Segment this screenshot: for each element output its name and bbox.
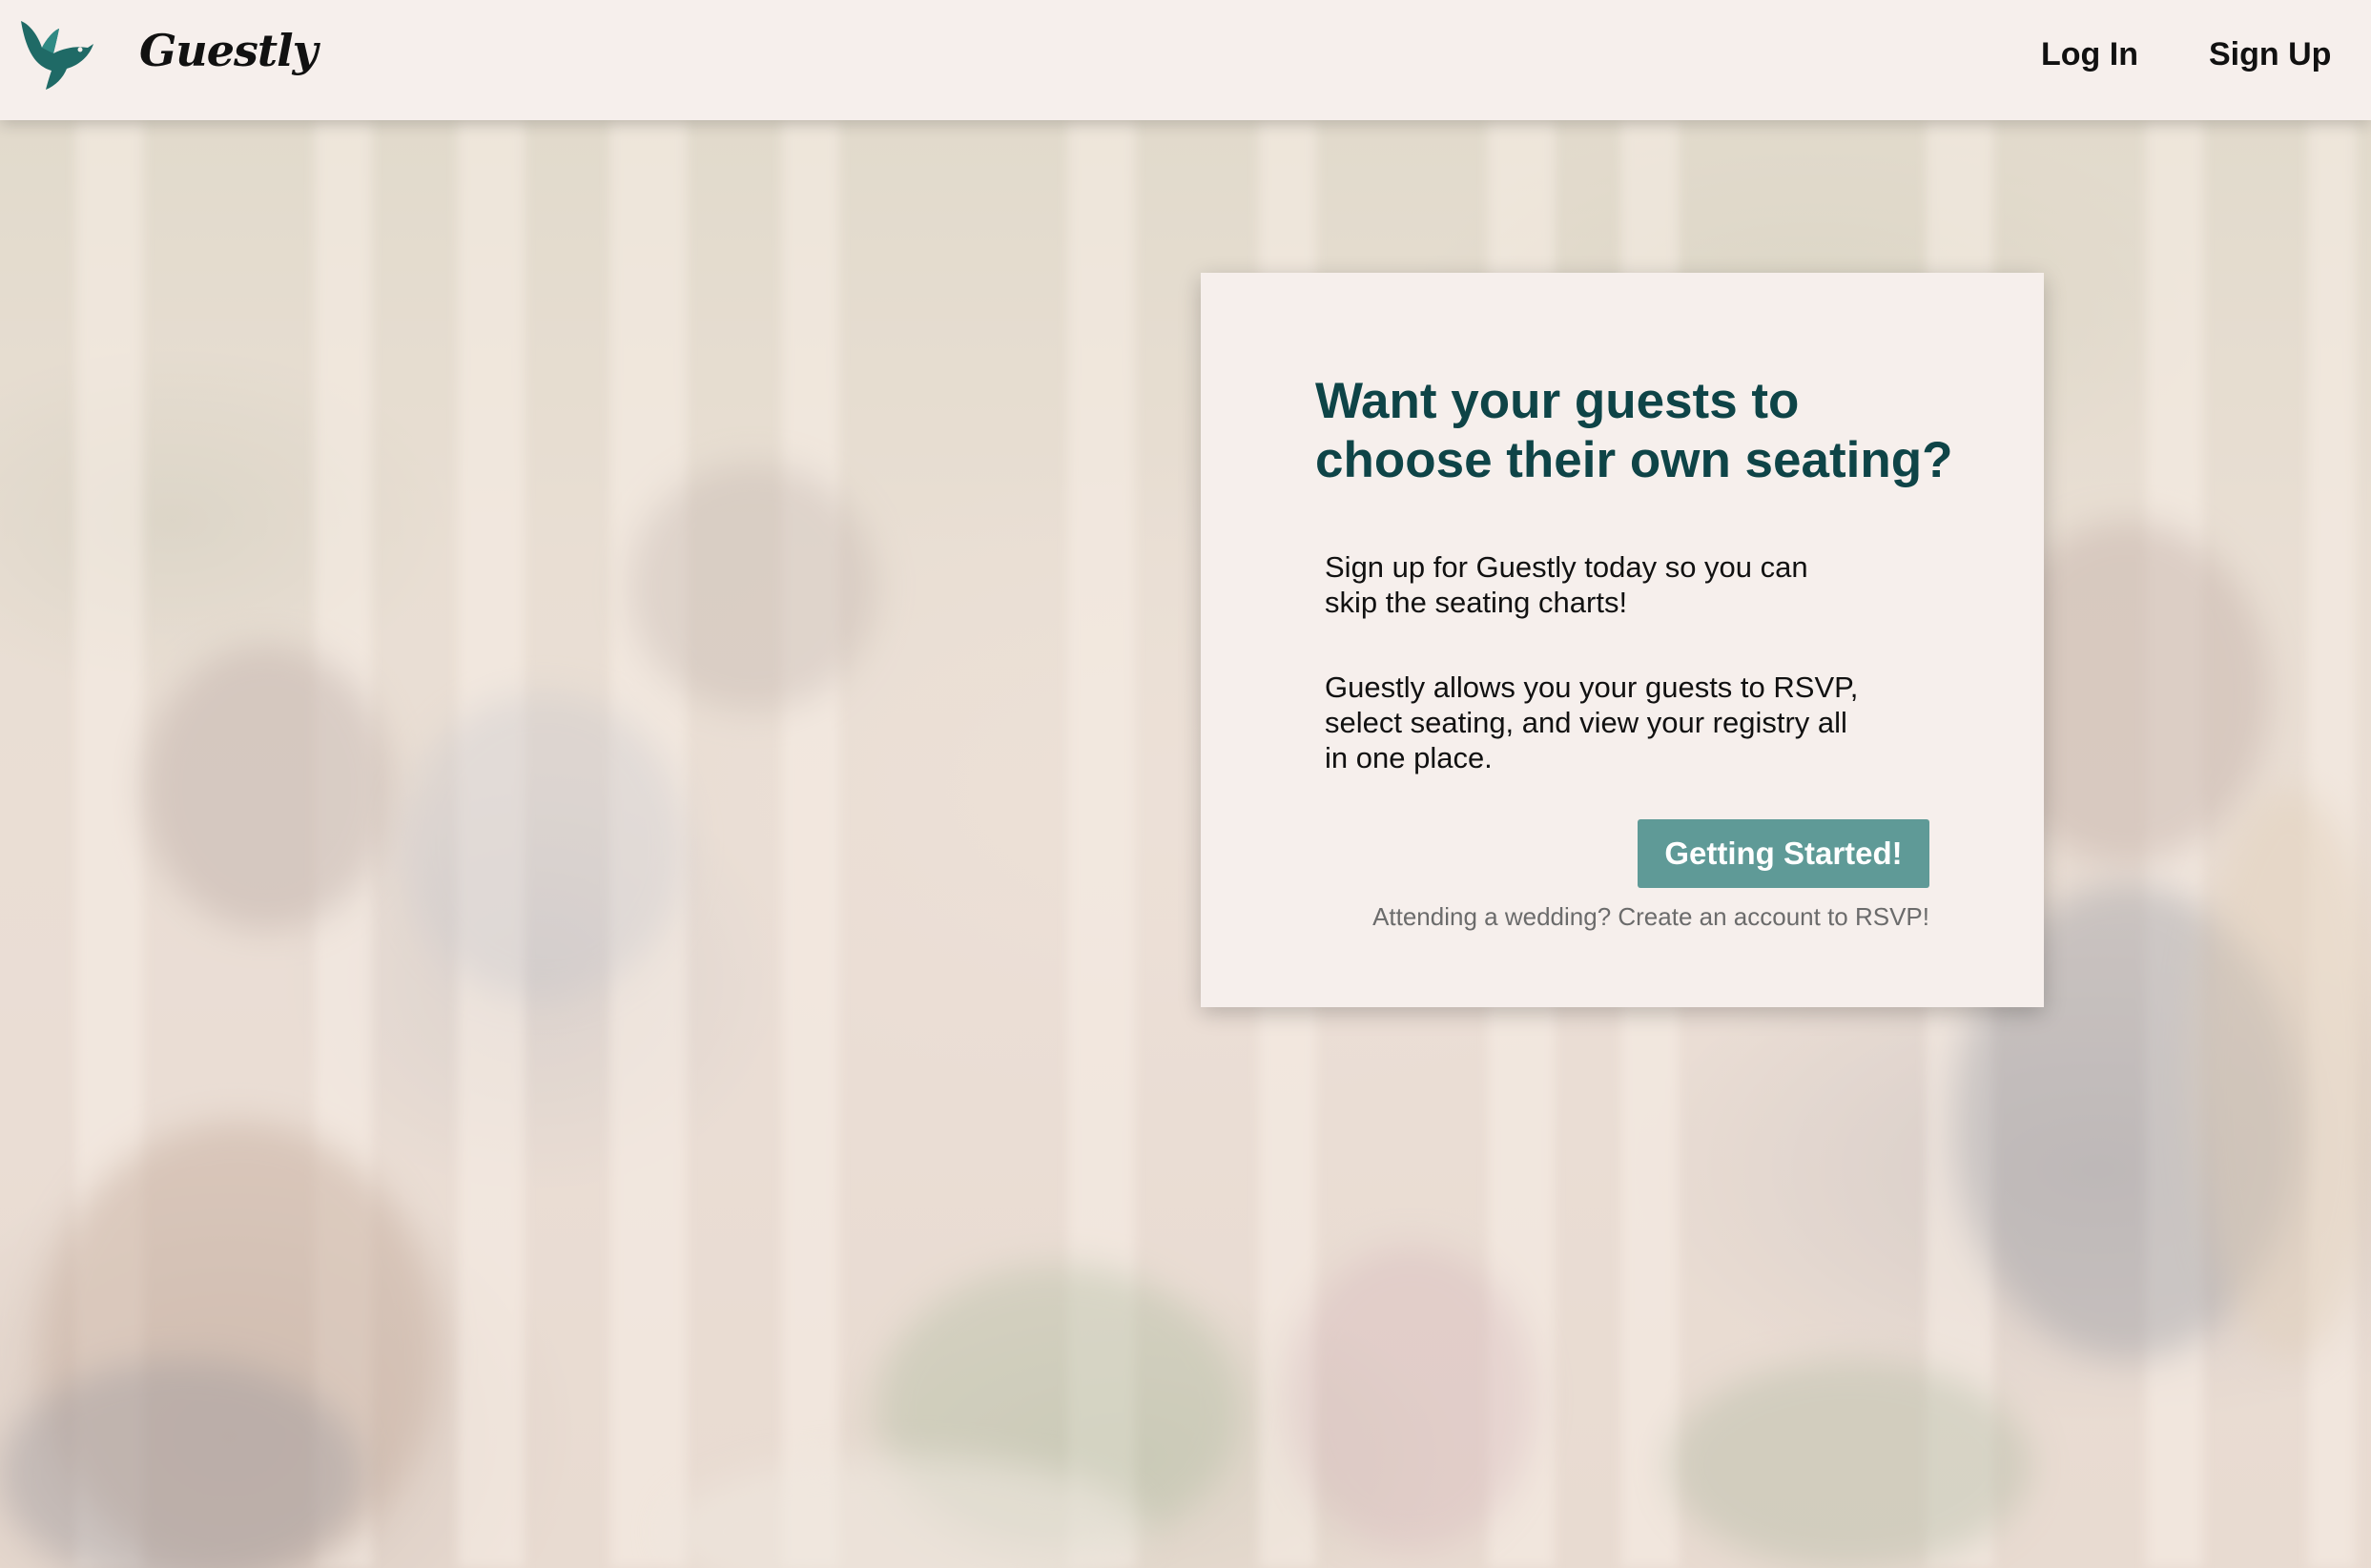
top-navbar: Guestly Log In Sign Up bbox=[0, 0, 2371, 120]
promo-heading: Want your guests to choose their own sea… bbox=[1315, 373, 1953, 488]
login-link[interactable]: Log In bbox=[2041, 36, 2138, 73]
signup-promo-card: Want your guests to choose their own sea… bbox=[1201, 273, 2044, 1007]
promo-paragraph-features: Guestly allows you your guests to RSVP, … bbox=[1325, 671, 1859, 774]
promo-paragraph-signup: Sign up for Guestly today so you can ski… bbox=[1325, 550, 1808, 619]
bird-icon[interactable] bbox=[17, 15, 97, 92]
signup-link[interactable]: Sign Up bbox=[2209, 36, 2331, 73]
getting-started-button[interactable]: Getting Started! bbox=[1638, 819, 1929, 888]
attendee-rsvp-note: Attending a wedding? Create an account t… bbox=[1372, 902, 1929, 931]
brand-wordmark[interactable]: Guestly bbox=[139, 25, 318, 76]
